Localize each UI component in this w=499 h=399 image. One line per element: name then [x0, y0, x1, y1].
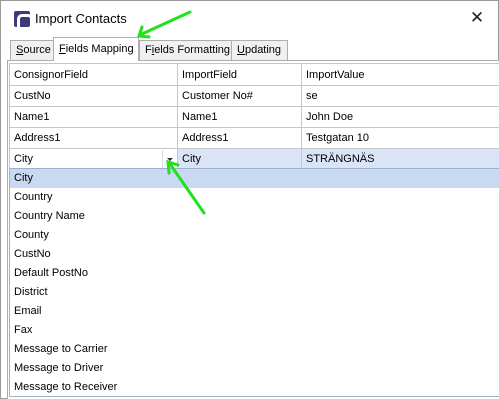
window-title: Import Contacts: [35, 11, 127, 26]
dropdown-item[interactable]: Country: [10, 188, 499, 207]
import-value-cell[interactable]: se: [301, 85, 499, 107]
dropdown-item[interactable]: City: [10, 169, 499, 188]
tab-label-rest: ields Mapping: [65, 43, 134, 55]
dropdown-item[interactable]: Default PostNo: [10, 264, 499, 283]
import-value-cell[interactable]: STRÄNGNÄS: [301, 148, 499, 170]
dropdown-item[interactable]: Message to Receiver: [10, 378, 499, 397]
table-row[interactable]: CustNo Customer No# se: [9, 85, 499, 107]
tab-mnemonic: F: [59, 43, 66, 55]
consignor-field-dropdown-list[interactable]: City Country Country Name County CustNo …: [9, 168, 499, 397]
dropdown-item[interactable]: County: [10, 226, 499, 245]
tab-fields-formatting[interactable]: Fields Formatting: [139, 40, 232, 60]
table-row[interactable]: Name1 Name1 John Doe: [9, 106, 499, 128]
column-header-consignor-field[interactable]: ConsignorField: [9, 63, 178, 86]
tab-fields-mapping[interactable]: Fields Mapping: [53, 37, 139, 61]
import-field-cell[interactable]: City: [177, 148, 302, 170]
combo-value: City: [14, 153, 33, 165]
tab-mnemonic: U: [237, 44, 245, 56]
import-value-cell[interactable]: John Doe: [301, 106, 499, 128]
column-header-import-value[interactable]: ImportValue: [301, 63, 499, 86]
tab-label-prefix: F: [145, 44, 152, 56]
import-contacts-window: Import Contacts ✕ Source Fields Mapping …: [0, 0, 499, 399]
import-field-cell[interactable]: Customer No#: [177, 85, 302, 107]
fields-mapping-grid: ConsignorField ImportField ImportValue C…: [9, 63, 499, 170]
dropdown-item[interactable]: Message to Driver: [10, 359, 499, 378]
import-field-cell[interactable]: Name1: [177, 106, 302, 128]
grid-header-row: ConsignorField ImportField ImportValue: [9, 63, 499, 86]
dropdown-item[interactable]: Fax: [10, 321, 499, 340]
tab-strip: Source Fields Mapping Fields Formatting …: [10, 37, 499, 61]
column-header-import-field[interactable]: ImportField: [177, 63, 302, 86]
table-row[interactable]: Address1 Address1 Testgatan 10: [9, 127, 499, 149]
tab-updating[interactable]: Updating: [231, 40, 288, 60]
dropdown-item[interactable]: District: [10, 283, 499, 302]
tab-label-rest: ource: [23, 44, 51, 56]
tab-label-rest: pdating: [244, 44, 282, 56]
tab-source[interactable]: Source: [10, 40, 54, 60]
import-field-cell[interactable]: Address1: [177, 127, 302, 149]
consignor-field-cell[interactable]: CustNo: [9, 85, 178, 107]
close-icon[interactable]: ✕: [465, 7, 489, 29]
dropdown-item[interactable]: CustNo: [10, 245, 499, 264]
chevron-down-icon[interactable]: [162, 150, 176, 168]
consignor-field-cell[interactable]: Name1: [9, 106, 178, 128]
import-value-cell[interactable]: Testgatan 10: [301, 127, 499, 149]
title-bar: Import Contacts ✕: [2, 2, 497, 35]
consignor-field-combo[interactable]: City: [9, 148, 178, 170]
dropdown-item[interactable]: Country Name: [10, 207, 499, 226]
dropdown-item[interactable]: Message to Carrier: [10, 340, 499, 359]
dropdown-item[interactable]: Email: [10, 302, 499, 321]
tab-label-rest: elds Formatting: [154, 44, 230, 56]
app-logo-icon: [14, 11, 33, 30]
table-row-selected[interactable]: City City STRÄNGNÄS: [9, 148, 499, 170]
consignor-field-cell[interactable]: Address1: [9, 127, 178, 149]
